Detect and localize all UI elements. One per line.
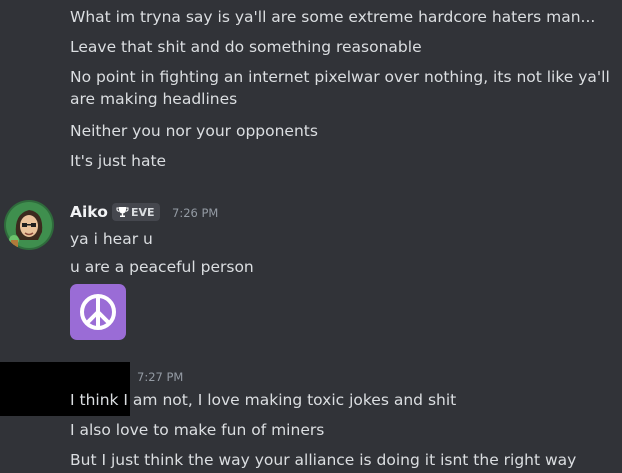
message-line: ya i hear u (70, 230, 153, 248)
message-line: I also love to make fun of miners (70, 421, 325, 439)
timestamp: 7:26 PM (172, 206, 219, 220)
message-line: It's just hate (70, 152, 167, 170)
peace-icon (80, 294, 116, 330)
message-line: No point in fighting an internet pixelwa… (70, 68, 610, 108)
message-line: Neither you nor your opponents (70, 122, 318, 140)
message-line: I think I am not, I love making toxic jo… (70, 391, 457, 409)
timestamp: 7:27 PM (137, 370, 184, 384)
message-line: Leave that shit and do something reasona… (70, 38, 422, 56)
trophy-icon (116, 207, 129, 217)
user-avatar[interactable] (4, 200, 54, 250)
message-line: But I just think the way your alliance i… (70, 451, 577, 469)
message-line: u are a peaceful person (70, 258, 254, 276)
guild-tag[interactable]: EVE (112, 203, 160, 221)
guild-tag-label: EVE (131, 205, 155, 219)
username[interactable]: Aiko (70, 201, 108, 223)
peace-emoji[interactable] (70, 284, 126, 340)
message-line: What im tryna say is ya'll are some extr… (70, 8, 596, 26)
